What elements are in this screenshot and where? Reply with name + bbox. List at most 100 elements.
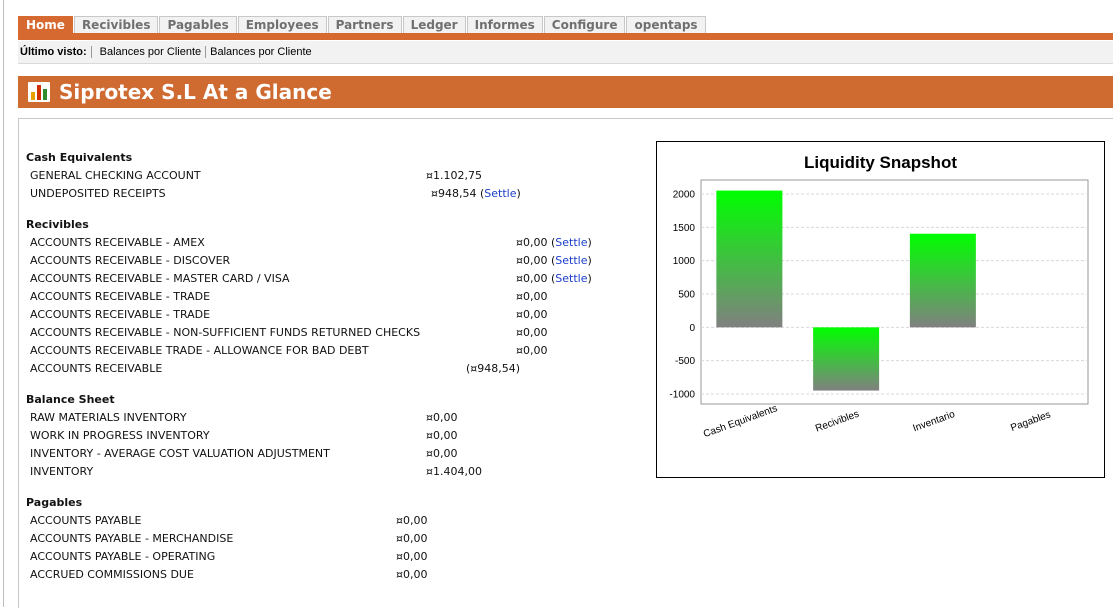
account-amount: ¤0,00: [396, 512, 428, 530]
y-tick-label: 500: [678, 290, 695, 301]
account-name[interactable]: ACCOUNTS RECEIVABLE - DISCOVER: [30, 252, 230, 270]
account-row: GENERAL CHECKING ACCOUNT ¤1.102,75: [26, 167, 606, 185]
account-amount: ¤0,00: [396, 548, 428, 566]
account-name[interactable]: ACCOUNTS RECEIVABLE - MASTER CARD / VISA: [30, 270, 290, 288]
amount-value: (¤948,54): [466, 362, 521, 375]
account-name[interactable]: INVENTORY: [30, 463, 93, 481]
account-name[interactable]: ACCOUNTS RECEIVABLE - NON-SUFFICIENT FUN…: [30, 324, 420, 342]
account-amount: ¤0,00: [516, 288, 548, 306]
y-tick-label: -500: [675, 356, 695, 367]
account-name[interactable]: WORK IN PROGRESS INVENTORY: [30, 427, 210, 445]
account-name[interactable]: GENERAL CHECKING ACCOUNT: [30, 167, 201, 185]
settle-link[interactable]: Settle: [555, 272, 587, 285]
tab-partners[interactable]: Partners: [327, 16, 402, 33]
tab-recivibles[interactable]: Recivibles: [73, 16, 159, 33]
account-row: INVENTORY - AVERAGE COST VALUATION ADJUS…: [26, 445, 606, 463]
amount-value: ¤0,00: [516, 308, 548, 321]
settle-link[interactable]: Settle: [484, 187, 516, 200]
section-pagables: Pagables ACCOUNTS PAYABLE ¤0,00 ACCOUNTS PA…: [26, 495, 606, 584]
account-amount: ¤1.404,00: [426, 463, 482, 481]
y-tick-label: -1000: [669, 390, 695, 401]
tab-ledger[interactable]: Ledger: [402, 16, 466, 33]
bar: [909, 233, 976, 328]
tab-informes[interactable]: Informes: [466, 16, 543, 33]
amount-value: ¤0,00: [396, 514, 428, 527]
tab-underline: [18, 33, 1113, 40]
page-title: Siprotex S.L At a Glance: [59, 80, 332, 104]
section-heading: Balance Sheet: [26, 393, 115, 406]
amount-value: ¤0,00: [516, 236, 548, 249]
account-row: WORK IN PROGRESS INVENTORY ¤0,00: [26, 427, 606, 445]
account-amount: ¤0,00: [426, 445, 458, 463]
amount-value: ¤0,00: [516, 326, 548, 339]
account-amount: ¤948,54 (Settle): [431, 187, 521, 200]
section-heading: Recivibles: [26, 218, 89, 231]
amount-value: ¤948,54: [431, 187, 477, 200]
left-border: [0, 0, 4, 607]
amount-value: ¤0,00: [516, 344, 548, 357]
amount-value: ¤1.404,00: [426, 465, 482, 478]
amount-value: ¤0,00: [426, 447, 458, 460]
account-amount: ¤0,00: [426, 409, 458, 427]
account-row: INVENTORY ¤1.404,00: [26, 463, 606, 481]
page-title-bar: Siprotex S.L At a Glance: [18, 76, 1113, 108]
account-name[interactable]: RAW MATERIALS INVENTORY: [30, 409, 187, 427]
account-row: ACCRUED COMMISSIONS DUE ¤0,00: [26, 566, 606, 584]
account-amount: ¤0,00: [516, 324, 548, 342]
account-name[interactable]: INVENTORY - AVERAGE COST VALUATION ADJUS…: [30, 445, 330, 463]
x-tick-label: Cash Equivalents: [702, 403, 779, 440]
amount-value: ¤0,00: [516, 272, 548, 285]
y-tick-label: 1500: [673, 223, 696, 234]
last-viewed-link[interactable]: Balances por Cliente: [206, 46, 316, 58]
section-heading: Pagables: [26, 496, 83, 509]
account-row: ACCOUNTS RECEIVABLE (¤948,54): [26, 360, 606, 378]
account-name[interactable]: ACCOUNTS RECEIVABLE TRADE - ALLOWANCE FO…: [30, 342, 369, 360]
account-name[interactable]: ACCOUNTS RECEIVABLE: [30, 360, 162, 378]
settle-link[interactable]: Settle: [555, 254, 587, 267]
tab-configure[interactable]: Configure: [543, 16, 626, 33]
amount-value: ¤0,00: [396, 550, 428, 563]
amount-value: ¤0,00: [426, 429, 458, 442]
account-name[interactable]: ACCOUNTS PAYABLE: [30, 512, 141, 530]
account-row: ACCOUNTS RECEIVABLE - NON-SUFFICIENT FUN…: [26, 324, 606, 342]
bar: [813, 327, 880, 391]
last-viewed-link[interactable]: Balances por Cliente: [96, 46, 207, 58]
liquidity-chart: Liquidity Snapshot 2000 1500 1000 500 0 -500-…: [656, 141, 1105, 478]
settle-link[interactable]: Settle: [555, 236, 587, 249]
account-name[interactable]: ACCOUNTS PAYABLE - MERCHANDISE: [30, 530, 233, 548]
account-row: ACCOUNTS RECEIVABLE - AMEX ¤0,00 (Settle): [26, 234, 606, 252]
account-row: ACCOUNTS RECEIVABLE TRADE - ALLOWANCE FO…: [26, 342, 606, 360]
x-tick-label: Inventario: [912, 409, 957, 435]
x-tick-label: Pagables: [1009, 409, 1052, 434]
last-viewed-bar: Último visto: Balances por Cliente Balan…: [18, 41, 1113, 64]
account-row: RAW MATERIALS INVENTORY ¤0,00: [26, 409, 606, 427]
amount-value: ¤0,00: [426, 411, 458, 424]
y-tick-label: 0: [689, 323, 695, 334]
tab-employees[interactable]: Employees: [237, 16, 327, 33]
bar-chart-icon: [28, 82, 50, 102]
account-name[interactable]: UNDEPOSITED RECEIPTS: [30, 185, 166, 203]
last-viewed-label: Último visto:: [18, 46, 92, 58]
amount-value: ¤0,00: [396, 532, 428, 545]
amount-value: ¤1.102,75: [426, 169, 482, 182]
account-amount: ¤0,00: [396, 530, 428, 548]
account-row: ACCOUNTS RECEIVABLE - TRADE ¤0,00: [26, 288, 606, 306]
tab-pagables[interactable]: Pagables: [159, 16, 237, 33]
account-row: ACCOUNTS PAYABLE - OPERATING ¤0,00: [26, 548, 606, 566]
tab-home[interactable]: Home: [18, 16, 73, 33]
account-name[interactable]: ACCOUNTS RECEIVABLE - TRADE: [30, 306, 210, 324]
account-amount: ¤0,00: [426, 427, 458, 445]
account-name[interactable]: ACCOUNTS RECEIVABLE - TRADE: [30, 288, 210, 306]
tab-opentaps[interactable]: opentaps: [626, 16, 706, 33]
account-row: ACCOUNTS RECEIVABLE - TRADE ¤0,00: [26, 306, 606, 324]
account-amount: ¤0,00 (Settle): [516, 254, 592, 267]
section-heading: Cash Equivalents: [26, 151, 133, 164]
amount-value: ¤0,00: [516, 254, 548, 267]
bar: [716, 190, 783, 328]
account-name[interactable]: ACCOUNTS RECEIVABLE - AMEX: [30, 234, 205, 252]
account-name[interactable]: ACCOUNTS PAYABLE - OPERATING: [30, 548, 215, 566]
account-name[interactable]: ACCRUED COMMISSIONS DUE: [30, 566, 194, 584]
chart-canvas: 2000 1500 1000 500 0 -500 -1000 Cash Equivalent…: [669, 179, 1089, 440]
account-amount: ¤0,00 (Settle): [516, 236, 592, 249]
section-balance-sheet: Balance Sheet RAW MATERIALS INVENTORY ¤0,0…: [26, 392, 606, 481]
